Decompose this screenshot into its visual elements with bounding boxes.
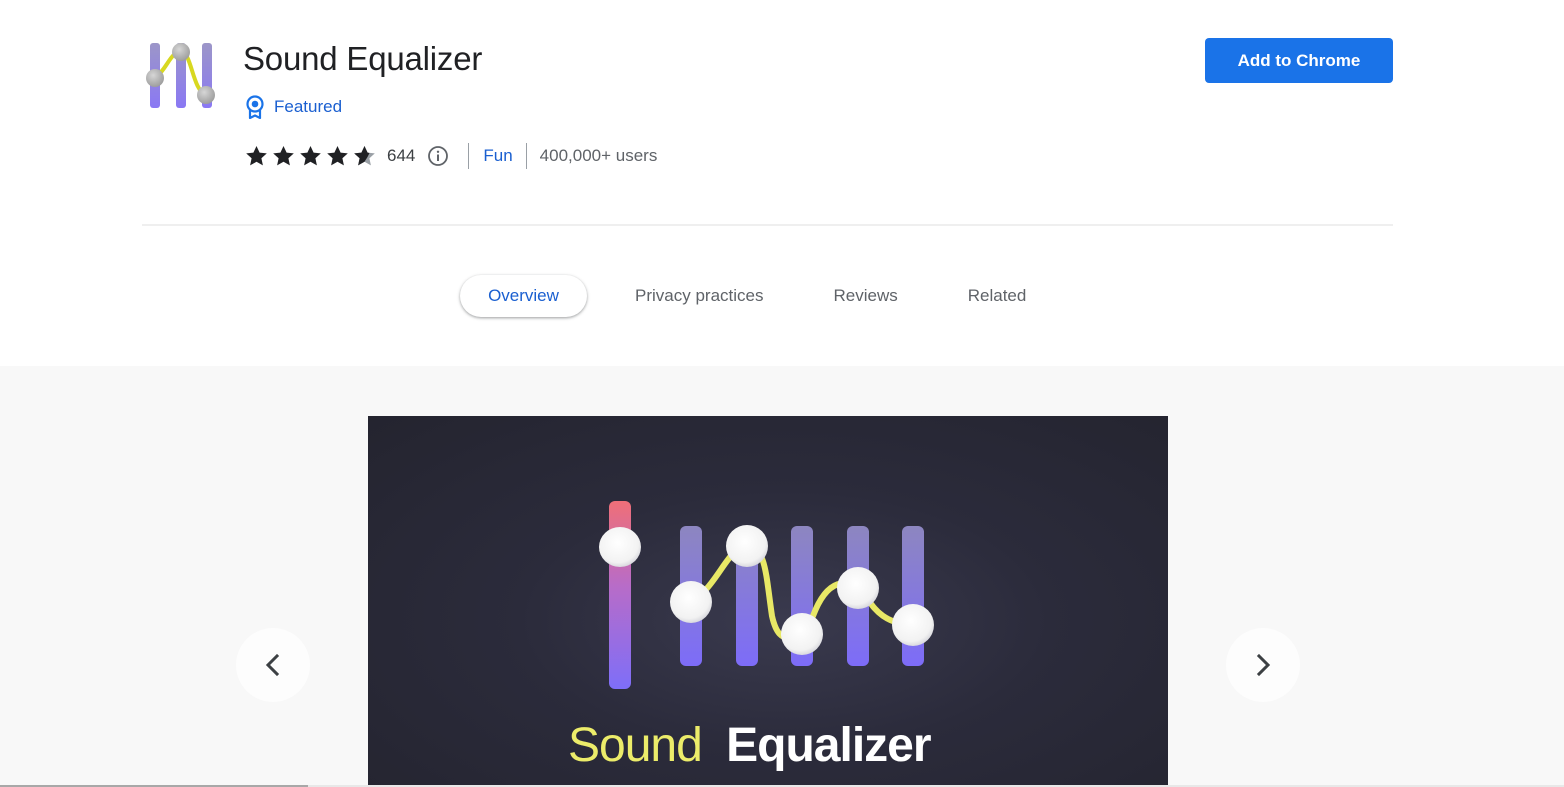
meta-divider xyxy=(468,143,470,169)
tab-reviews[interactable]: Reviews xyxy=(811,275,919,317)
featured-badge[interactable]: Featured xyxy=(245,95,342,119)
info-icon[interactable] xyxy=(427,145,449,167)
add-to-chrome-button[interactable]: Add to Chrome xyxy=(1205,38,1393,83)
featured-label: Featured xyxy=(274,97,343,116)
slide-title-equalizer: Equalizer xyxy=(726,719,931,772)
eq-knob xyxy=(837,567,879,609)
star-full-icon xyxy=(327,146,348,166)
extension-title: Sound Equalizer xyxy=(243,40,483,77)
slide-artwork: Sound Equalizer xyxy=(568,501,934,772)
screenshot-gallery: Sound Equalizer xyxy=(0,366,1564,787)
chevron-right-icon xyxy=(1256,653,1271,677)
tab-related[interactable]: Related xyxy=(946,275,1049,317)
eq-knob xyxy=(781,613,823,655)
svg-text:Sound Equalizer: Sound Equalizer xyxy=(568,719,931,772)
meta-divider xyxy=(525,143,527,169)
rating-count: 644 xyxy=(387,146,416,165)
chevron-left-icon xyxy=(265,653,280,677)
tab-privacy-practices[interactable]: Privacy practices xyxy=(613,275,785,317)
category-link[interactable]: Fun xyxy=(483,146,512,166)
slide-title-sound: Sound xyxy=(568,719,702,772)
star-half-icon xyxy=(354,146,375,166)
eq-knob xyxy=(726,525,768,567)
header-divider xyxy=(142,224,1393,226)
star-full-icon xyxy=(273,146,294,166)
extension-meta: 644 Fun 400,000+ users xyxy=(244,143,657,169)
eq-knob xyxy=(670,581,712,623)
featured-ribbon-icon xyxy=(246,95,264,119)
gallery-prev-button[interactable] xyxy=(236,628,310,702)
tab-overview[interactable]: Overview xyxy=(460,275,587,317)
eq-knob xyxy=(892,604,934,646)
gallery-slide[interactable]: Sound Equalizer xyxy=(368,416,1168,787)
section-tabs: Overview Privacy practices Reviews Relat… xyxy=(460,275,1048,317)
extension-header: Sound Equalizer Featured 644 Fun 400,000… xyxy=(0,0,1564,366)
star-full-icon xyxy=(246,146,267,166)
gallery-next-button[interactable] xyxy=(1226,628,1300,702)
user-count: 400,000+ users xyxy=(539,146,658,165)
star-full-icon xyxy=(300,146,321,166)
extension-logo-icon xyxy=(146,43,215,108)
eq-knob xyxy=(599,527,641,567)
rating-stars[interactable] xyxy=(244,144,377,168)
